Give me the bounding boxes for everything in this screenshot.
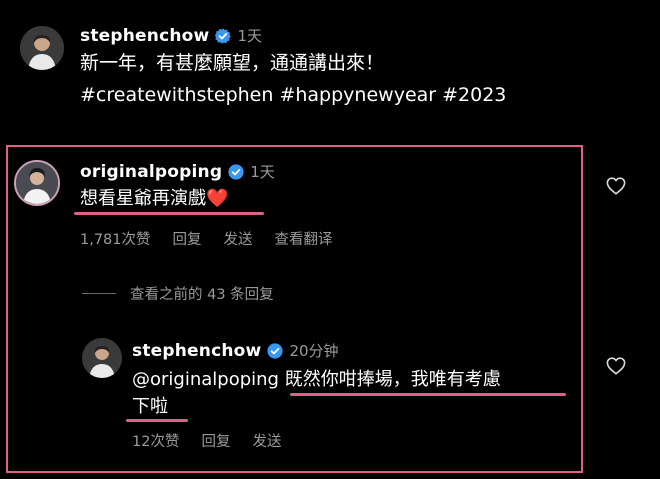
verified-badge-icon (228, 163, 244, 180)
reply-text-line-2: 下啦 (132, 396, 168, 417)
reply-avatar[interactable] (82, 338, 122, 378)
heart-outline-icon[interactable] (606, 177, 626, 195)
comment-username[interactable]: originalpoping (80, 162, 222, 182)
reply-reply-button[interactable]: 回复 (201, 430, 230, 451)
comment-time: 1天 (250, 163, 275, 181)
divider-line (82, 293, 116, 294)
comment-reply-button[interactable]: 回复 (173, 228, 202, 249)
comment-translate-button[interactable]: 查看翻译 (275, 228, 333, 249)
reply-time: 20分钟 (289, 342, 339, 360)
heart-emoji: ❤️ (206, 188, 229, 209)
view-previous-replies[interactable]: 查看之前的 43 条回复 (82, 283, 274, 304)
reply-text-line-1: 既然你咁捧場，我唯有考慮 (284, 369, 501, 390)
post-username[interactable]: stephenchow (80, 26, 209, 46)
reply-likes-count[interactable]: 12次赞 (132, 430, 179, 451)
comment-likes-count[interactable]: 1,781次赞 (80, 228, 151, 249)
verified-badge-icon (267, 342, 284, 359)
comment-text: 想看星爺再演戲 (80, 188, 206, 209)
post-time: 1天 (237, 27, 262, 45)
reply-username[interactable]: stephenchow (132, 341, 261, 361)
reply-mention[interactable]: @originalpoping (132, 369, 279, 390)
post-caption-line-1: 新一年，有甚麼願望，通通講出來！ (80, 52, 385, 74)
post-avatar[interactable] (20, 26, 64, 70)
reply-send-button[interactable]: 发送 (252, 430, 281, 451)
reply-underline-2 (126, 419, 188, 422)
verified-badge-icon (215, 27, 232, 44)
view-previous-label[interactable]: 查看之前的 43 条回复 (130, 283, 274, 304)
heart-outline-icon[interactable] (606, 357, 626, 375)
comment-underline (74, 212, 264, 215)
comment-avatar[interactable] (14, 160, 60, 206)
comment-send-button[interactable]: 发送 (224, 228, 253, 249)
post-caption-hashtags[interactable]: #createwithstephen #happynewyear #2023 (80, 82, 506, 108)
reply-underline-1 (290, 393, 566, 396)
